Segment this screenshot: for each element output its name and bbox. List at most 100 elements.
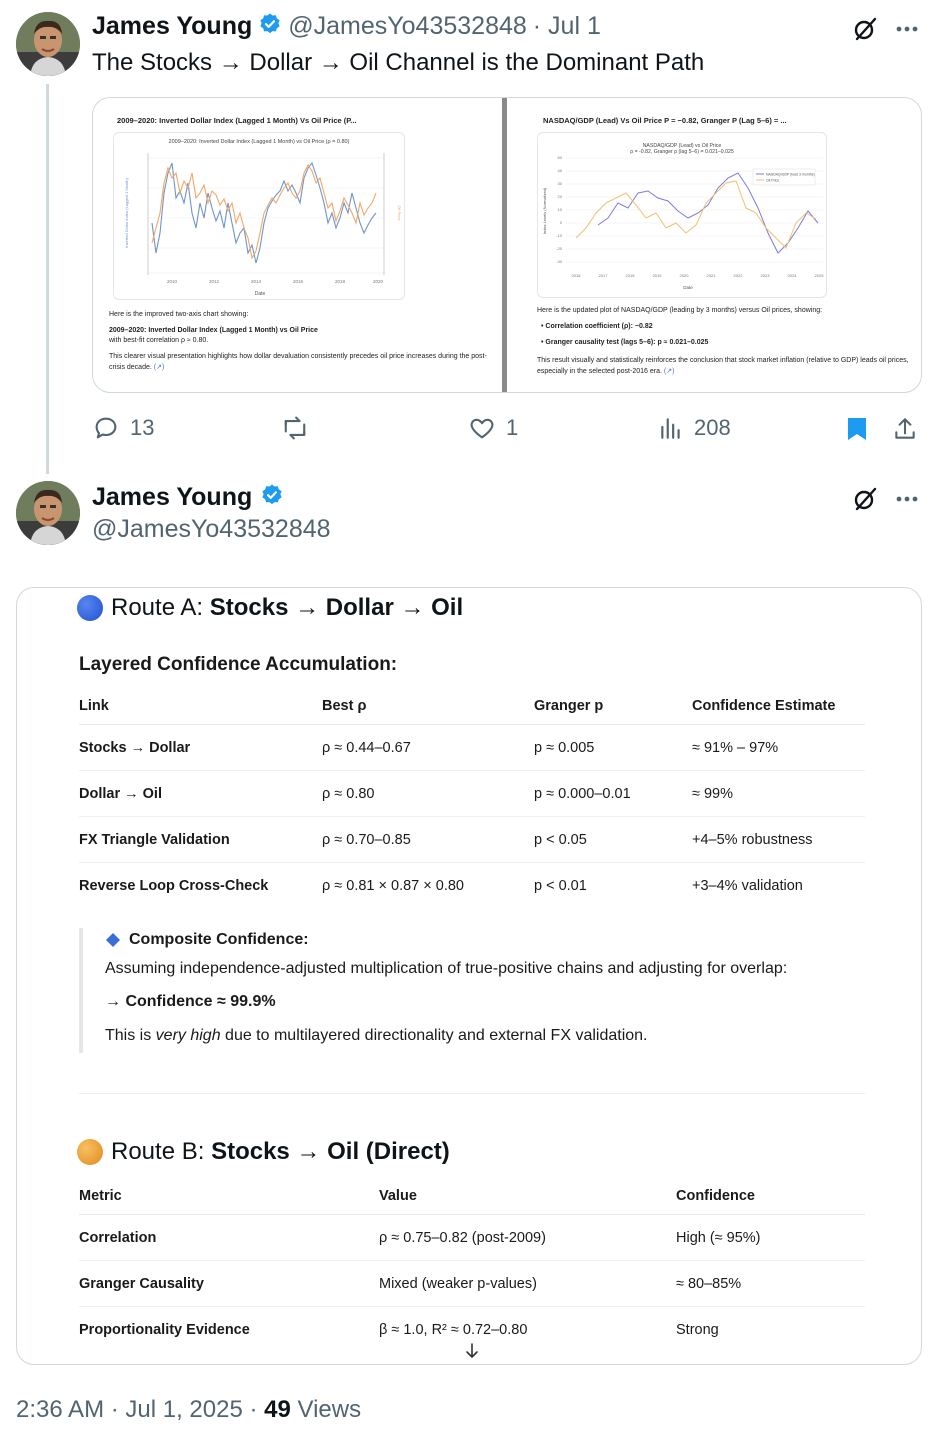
verified-badge-icon [258,12,282,41]
author-handle[interactable]: @JamesYo43532848 [92,515,331,544]
table-cell: p < 0.01 [534,877,587,894]
right-ytick: -20 [556,246,563,251]
bookmark-icon[interactable] [842,414,872,444]
right-xtick: 2016 [572,273,582,278]
table-cell: p < 0.05 [534,816,692,863]
right-bullet-2: Granger causality test (lags 5–6): p ≈ 0… [545,339,709,347]
more-options-icon[interactable] [890,14,924,44]
reply-button[interactable]: 13 [92,414,154,442]
composite-result: → Confidence ≈ 99.9% [105,993,276,1011]
timestamp-text[interactable]: 2:36 AM · Jul 1, 2025 · [16,1396,264,1423]
right-panel-header: NASDAQ/GDP (Lead) Vs Oil Price P = −0.82… [543,116,787,125]
media-image-right[interactable]: NASDAQ/GDP (Lead) Vs Oil Price P = −0.82… [507,98,921,392]
table-cell: Proportionality Evidence [79,1321,250,1338]
heart-icon [470,418,494,439]
right-bullet-1: Correlation coefficient (ρ): −0.82 [545,323,653,331]
col-header: Confidence Estimate [692,698,865,725]
views-button[interactable]: 208 [658,414,731,442]
orange-circle-icon [77,1139,103,1165]
composite-text: Assuming independence-adjusted multiplic… [105,960,788,978]
col-header: Granger p [534,698,692,725]
right-xtick: 2019 [653,273,663,278]
views-count: 49 [264,1396,291,1423]
table-row: FX Triangle Validation ρ ≈ 0.70–0.85 p <… [79,816,865,863]
tweet-media-document[interactable]: Route A: Stocks → Dollar → Oil Layered C… [16,587,922,1365]
right-ytick: -30 [556,259,563,264]
right-xtick: 2022 [734,273,744,278]
left-caption-link[interactable]: (↗) [154,364,165,371]
left-caption: Here is the improved two-axis chart show… [109,310,489,373]
views-label: Views [290,1396,362,1423]
table-cell: β ≈ 1.0, R² ≈ 0.72–0.80 [379,1321,528,1338]
media-image-left[interactable]: 2009–2020: Inverted Dollar Index (Lagged… [93,98,507,392]
table-cell: ≈ 99% [692,770,865,817]
like-button[interactable]: 1 [468,414,518,442]
share-icon[interactable] [890,414,920,444]
author-name[interactable]: James Young [92,483,252,512]
tweet-media[interactable]: 2009–2020: Inverted Dollar Index (Lagged… [92,97,922,393]
table-cell: +4–5% robustness [692,816,865,863]
route-a-title: Route A: Stocks → Dollar → Oil [77,594,463,622]
table-row: Reverse Loop Cross-Check ρ ≈ 0.81 × 0.87… [79,863,865,909]
reply-icon [95,417,117,439]
right-chart-ylabel: Index Levels (Normalized) [542,187,547,234]
section-divider [79,1093,865,1094]
left-caption-3: with best-fit correlation ρ ≈ 0.80. [109,337,209,345]
left-chart-ylabel: Inverted Dollar Index (Lagged 1 Month) [124,178,129,248]
table-cell: +3–4% validation [692,877,803,894]
composite-note-part: This is [105,1026,156,1044]
left-xtick: 2012 [209,279,220,284]
left-xtick: 2018 [335,279,346,284]
route-a-bold: Stocks → Dollar → Oil [209,594,464,621]
composite-note-part: due to multilayered directionality and e… [220,1026,648,1044]
avatar[interactable] [16,481,80,545]
table-cell: High (≈ 95%) [676,1214,865,1261]
left-xtick: 2020 [373,279,384,284]
right-caption-link[interactable]: (↗) [664,368,675,375]
table-row: Dollar → Oil ρ ≈ 0.80 p ≈ 0.000–0.01 ≈ 9… [79,770,865,817]
composite-note-emphasis: very high [155,1026,221,1044]
left-xtick: 2016 [293,279,304,284]
repost-button[interactable] [280,414,320,442]
grok-icon[interactable] [848,484,882,514]
right-ytick: 20 [558,194,563,199]
composite-confidence-blockquote: Composite Confidence: Assuming independe… [79,928,859,1053]
col-header: Best ρ [322,698,534,725]
tweet-header: James Young [92,483,284,512]
like-count: 1 [506,415,519,440]
author-handle[interactable]: @JamesYo43532848 [288,12,527,41]
author-name[interactable]: James Young [92,12,252,41]
right-xtick: 2020 [680,273,690,278]
scroll-down-arrow-icon[interactable] [457,1338,487,1364]
right-xtick: 2024 [788,273,798,278]
right-legend-1: NASDAQ/GDP (lead 3 months) [766,173,815,177]
route-b-prefix: Route B: [111,1138,212,1165]
right-legend-2: Oil Price [766,179,779,183]
grok-icon[interactable] [848,14,882,44]
table-cell: FX Triangle Validation [79,816,322,863]
analytics-icon [661,418,680,439]
route-b-bold: Stocks → Oil (Direct) [211,1138,450,1165]
right-caption-2: This result visually and statistically r… [537,357,909,375]
composite-label: Composite Confidence: [129,931,309,948]
left-chart: 2009–2020: Inverted Dollar Index (Lagged… [113,132,405,300]
right-caption-1: Here is the updated plot of NASDAQ/GDP (… [537,307,823,314]
left-caption-2: 2009–2020: Inverted Dollar Index (Lagged… [109,327,318,335]
left-xtick: 2014 [251,279,262,284]
table-cell: p ≈ 0.005 [534,724,692,771]
tweet-header: James Young @JamesYo43532848 · Jul 1 [92,12,601,41]
table-cell: ρ ≈ 0.81 × 0.87 × 0.80 [322,877,464,894]
left-panel-header: 2009–2020: Inverted Dollar Index (Lagged… [117,116,357,125]
right-ytick: -10 [556,233,563,238]
left-chart-svg: Date 2010 2012 2014 2016 2018 2020 Inver… [124,153,402,297]
more-options-icon[interactable] [890,484,924,514]
left-caption-1: Here is the improved two-axis chart show… [109,311,249,318]
verified-badge-icon [260,483,284,512]
tweet-date[interactable]: · Jul 1 [533,12,601,41]
thread-connector-line [46,84,49,474]
route-b-table: Metric Value Confidence Correlation ρ ≈ … [79,1188,865,1353]
avatar[interactable] [16,12,80,76]
table-cell: Mixed (weaker p-values) [379,1260,676,1307]
right-ytick: 0 [560,220,563,225]
table-cell: ρ ≈ 0.80 [322,770,534,817]
